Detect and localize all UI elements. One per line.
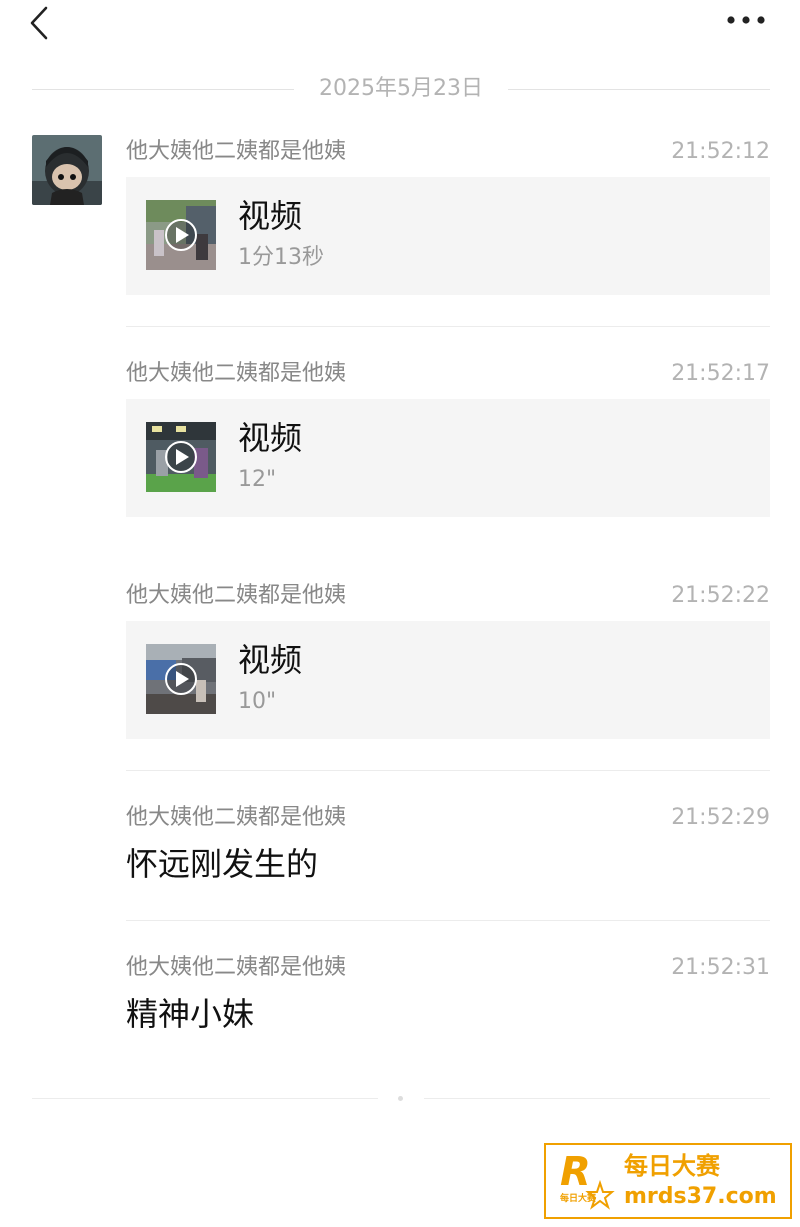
video-label: 视频 (238, 197, 303, 235)
watermark-badge: R 每日大赛 每日大赛 mrds37.com (544, 1143, 792, 1219)
message-separator (126, 326, 770, 327)
end-divider-line (424, 1098, 770, 1099)
sender-name: 他大姨他二姨都是他姨 (126, 361, 347, 386)
watermark-name: 每日大赛 (624, 1152, 720, 1180)
video-message-card[interactable]: 视频 1分13秒 (126, 177, 770, 295)
thumbnail-image (146, 422, 216, 492)
sender-name: 他大姨他二姨都是他姨 (126, 583, 347, 608)
more-button[interactable] (722, 6, 772, 34)
avatar-image (32, 135, 102, 205)
message-item: 他大姨他二姨都是他姨 21:52:12 视频 1分13秒 (126, 137, 770, 297)
message-separator (126, 770, 770, 771)
svg-text:R: R (560, 1149, 591, 1195)
message-item: 他大姨他二姨都是他姨 21:52:29 怀远刚发生的 (126, 803, 770, 893)
video-label: 视频 (238, 419, 303, 457)
sender-name: 他大姨他二姨都是他姨 (126, 955, 347, 980)
message-item: 他大姨他二姨都是他姨 21:52:22 视频 10" (126, 581, 770, 741)
message-separator (126, 920, 770, 921)
video-duration: 10" (238, 689, 277, 714)
video-message-card[interactable]: 视频 10" (126, 621, 770, 739)
video-thumbnail (146, 200, 216, 270)
message-time: 21:52:22 (671, 583, 770, 608)
thumbnail-image (146, 644, 216, 714)
sender-name: 他大姨他二姨都是他姨 (126, 805, 347, 830)
end-divider-dot (398, 1096, 403, 1101)
thumbnail-image (146, 200, 216, 270)
message-item: 他大姨他二姨都是他姨 21:52:31 精神小妹 (126, 953, 770, 1043)
watermark-url: mrds37.com (624, 1184, 777, 1209)
message-text[interactable]: 精神小妹 (126, 991, 254, 1037)
sender-avatar[interactable] (32, 135, 102, 205)
message-time: 21:52:29 (671, 805, 770, 830)
video-message-card[interactable]: 视频 12" (126, 399, 770, 517)
watermark-logo: R 每日大赛 (560, 1149, 615, 1210)
video-thumbnail (146, 422, 216, 492)
video-duration: 1分13秒 (238, 245, 324, 270)
message-time: 21:52:12 (671, 139, 770, 164)
message-time: 21:52:17 (671, 361, 770, 386)
top-bar (0, 0, 800, 60)
back-button[interactable] (22, 2, 62, 46)
video-duration: 12" (238, 467, 277, 492)
message-text[interactable]: 怀远刚发生的 (126, 841, 318, 887)
chevron-left-icon (30, 6, 48, 40)
message-item: 他大姨他二姨都是他姨 21:52:17 视频 12" (126, 359, 770, 519)
end-divider-line (32, 1098, 378, 1099)
more-horizontal-icon (727, 16, 765, 24)
message-time: 21:52:31 (671, 955, 770, 980)
date-label: 2025年5月23日 (305, 76, 497, 101)
date-divider: 2025年5月23日 (32, 74, 770, 104)
sender-name: 他大姨他二姨都是他姨 (126, 139, 347, 164)
video-thumbnail (146, 644, 216, 714)
video-label: 视频 (238, 641, 303, 679)
